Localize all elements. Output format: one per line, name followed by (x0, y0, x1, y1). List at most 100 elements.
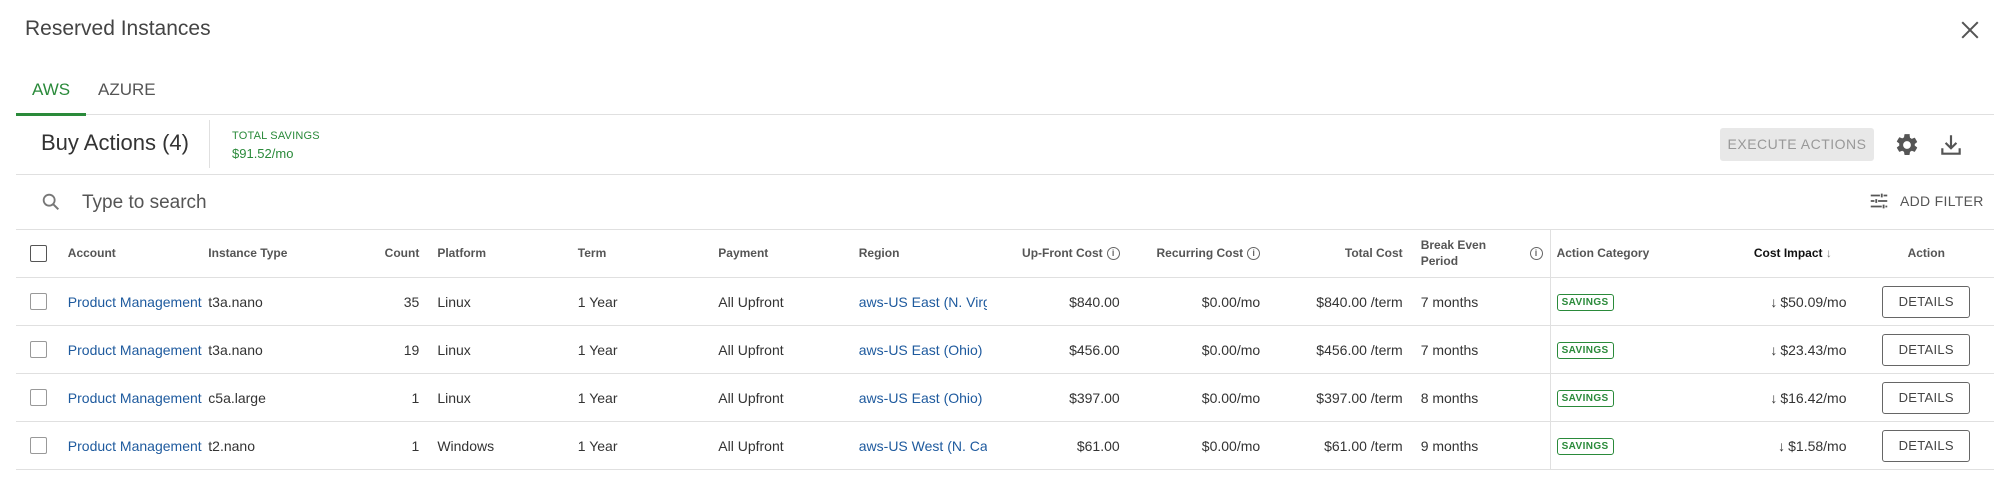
col-cost-impact[interactable]: Cost Impact ↓ (1727, 229, 1859, 278)
savings-badge: SAVINGS (1556, 294, 1614, 311)
platform-cell: Windows (431, 421, 572, 470)
arrow-down-icon: ↓ (1770, 341, 1778, 358)
arrow-down-icon: ↓ (1770, 389, 1778, 406)
action-category-cell: SAVINGS (1549, 373, 1728, 422)
cost-impact-value: $23.43/mo (1780, 341, 1847, 358)
table-row: Product Management t3a.nano 35 Linux 1 Y… (16, 277, 1994, 326)
col-term[interactable]: Term (571, 229, 713, 278)
break-even-cell: 8 months (1414, 373, 1520, 422)
count-cell: 35 (375, 277, 432, 326)
row-checkbox[interactable] (30, 341, 48, 359)
count-cell: 1 (375, 373, 432, 422)
platform-cell: Linux (431, 277, 572, 326)
action-cell: DETAILS (1858, 373, 1994, 422)
account-link[interactable]: Product Management (61, 421, 203, 470)
total-cost-cell: $456.00 /term (1272, 325, 1415, 374)
search-icon (42, 193, 60, 211)
col-total-cost[interactable]: Total Cost (1272, 229, 1415, 278)
select-all-cell (16, 229, 62, 278)
filter-icon[interactable] (1868, 190, 1890, 212)
spacer-cell (1519, 421, 1551, 470)
col-payment[interactable]: Payment (712, 229, 853, 278)
col-action-category[interactable]: Action Category (1549, 229, 1728, 278)
add-filter-button[interactable]: ADD FILTER (1900, 193, 1984, 209)
col-recurring-cost[interactable]: Recurring Cost i (1131, 229, 1273, 278)
dialog-title: Reserved Instances (25, 17, 211, 40)
instance-type-cell: t2.nano (202, 421, 376, 470)
row-checkbox[interactable] (30, 293, 48, 311)
col-account[interactable]: Account (61, 229, 203, 278)
details-button[interactable]: DETAILS (1882, 285, 1971, 318)
term-cell: 1 Year (571, 421, 713, 470)
payment-cell: All Upfront (712, 277, 853, 326)
col-recurring-cost-label: Recurring Cost (1156, 245, 1244, 260)
gear-icon[interactable] (1894, 132, 1920, 158)
table-row: Product Management t2.nano 1 Windows 1 Y… (16, 421, 1994, 470)
action-category-cell: SAVINGS (1549, 277, 1728, 326)
divider (209, 120, 210, 168)
info-icon[interactable]: i (1106, 247, 1120, 261)
buy-actions-title: Buy Actions (4) (41, 130, 189, 155)
info-icon[interactable]: i (1247, 247, 1261, 261)
account-link[interactable]: Product Management (61, 277, 203, 326)
col-upfront-cost[interactable]: Up-Front Cost i (987, 229, 1132, 278)
total-cost-cell: $840.00 /term (1272, 277, 1415, 326)
action-cell: DETAILS (1858, 325, 1994, 374)
account-link[interactable]: Product Management (61, 373, 203, 422)
row-select-cell (16, 373, 62, 422)
tab-azure[interactable]: AZURE (82, 80, 172, 113)
select-all-checkbox[interactable] (30, 244, 48, 262)
tab-aws[interactable]: AWS (16, 80, 87, 116)
row-checkbox[interactable] (30, 389, 48, 407)
region-link[interactable]: aws-US West (N. California) (852, 421, 988, 470)
info-icon[interactable]: i (1529, 247, 1543, 261)
cost-impact-cell: ↓ $1.58/mo (1727, 421, 1859, 470)
region-link[interactable]: aws-US East (Ohio) (852, 325, 988, 374)
term-cell: 1 Year (571, 325, 713, 374)
arrow-down-icon: ↓ (1770, 293, 1778, 310)
col-action: Action (1858, 229, 1994, 278)
total-cost-cell: $61.00 /term (1272, 421, 1415, 470)
table-row: Product Management t3a.nano 19 Linux 1 Y… (16, 325, 1994, 374)
col-instance-type[interactable]: Instance Type (202, 229, 376, 278)
account-link[interactable]: Product Management (61, 325, 203, 374)
download-icon[interactable] (1938, 132, 1964, 158)
col-break-even[interactable]: Break Even Period (1414, 229, 1520, 278)
instance-type-cell: t3a.nano (202, 277, 376, 326)
table-row: Product Management c5a.large 1 Linux 1 Y… (16, 373, 1994, 422)
sort-desc-icon: ↓ (1825, 246, 1832, 260)
platform-cell: Linux (431, 325, 572, 374)
execute-actions-button[interactable]: EXECUTE ACTIONS (1720, 128, 1874, 161)
row-select-cell (16, 277, 62, 326)
payment-cell: All Upfront (712, 373, 853, 422)
region-link[interactable]: aws-US East (Ohio) (852, 373, 988, 422)
recurring-cost-cell: $0.00/mo (1131, 421, 1273, 470)
details-button[interactable]: DETAILS (1882, 429, 1971, 462)
savings-badge: SAVINGS (1556, 342, 1614, 359)
break-even-cell: 7 months (1414, 325, 1520, 374)
title-bar: Reserved Instances (0, 0, 2008, 60)
col-region[interactable]: Region (852, 229, 988, 278)
term-cell: 1 Year (571, 373, 713, 422)
upfront-cost-cell: $397.00 (987, 373, 1132, 422)
buy-actions-table: Account Instance Type Count Platform Ter… (16, 229, 1994, 470)
action-category-cell: SAVINGS (1549, 325, 1728, 374)
upfront-cost-cell: $840.00 (987, 277, 1132, 326)
savings-badge: SAVINGS (1556, 390, 1614, 407)
table-header-row: Account Instance Type Count Platform Ter… (16, 229, 1994, 278)
close-icon[interactable] (1956, 16, 1984, 44)
row-checkbox[interactable] (30, 437, 48, 455)
search-input[interactable] (80, 187, 884, 219)
region-link[interactable]: aws-US East (N. Virginia) (852, 277, 988, 326)
details-button[interactable]: DETAILS (1882, 381, 1971, 414)
platform-cell: Linux (431, 373, 572, 422)
col-break-even-info: i (1519, 229, 1551, 278)
count-cell: 1 (375, 421, 432, 470)
details-button[interactable]: DETAILS (1882, 333, 1971, 366)
payment-cell: All Upfront (712, 421, 853, 470)
col-count[interactable]: Count (375, 229, 432, 278)
col-platform[interactable]: Platform (431, 229, 572, 278)
cost-impact-cell: ↓ $16.42/mo (1727, 373, 1859, 422)
cost-impact-cell: ↓ $23.43/mo (1727, 325, 1859, 374)
break-even-cell: 7 months (1414, 277, 1520, 326)
